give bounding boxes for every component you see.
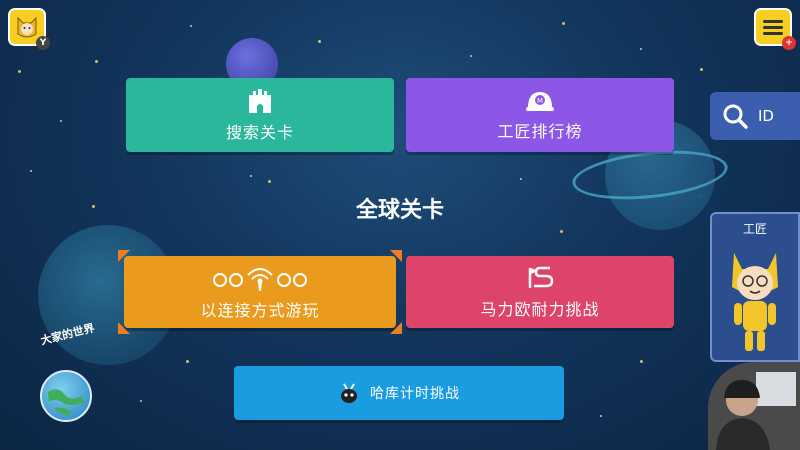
menu-button[interactable]: + [754,8,796,50]
cat-mii-character [732,253,778,351]
helmet-icon: M [526,92,554,111]
endless-challenge-button[interactable]: 马力欧耐力挑战 [406,256,674,328]
online-play-button[interactable]: 以连接方式游玩 [124,256,396,328]
streamer-silhouette [708,362,800,450]
endless-challenge-label: 马力欧耐力挑战 [480,300,600,319]
flag-path-icon [528,266,554,288]
online-play-label: 以连接方式游玩 [200,301,320,320]
cat-mii-avatar-icon [17,16,37,38]
menu-icon [763,17,783,38]
ninji-speedruns-label: 哈库计时挑战 [370,386,460,402]
section-title: 全球关卡 [355,198,444,223]
id-search-button[interactable]: ID [710,92,800,140]
maker-ranking-button[interactable]: M 工匠排行榜 [406,78,674,152]
world-globe-button[interactable] [40,370,92,422]
search-levels-button[interactable]: 搜索关卡 [126,78,394,152]
globe-icon [48,389,84,416]
maker-card-title: 工匠 [742,222,767,236]
maker-profile-card[interactable]: 工匠 [710,212,800,362]
y-button-badge: Y [36,36,50,50]
maker-ranking-label: 工匠排行榜 [497,122,583,141]
ninji-icon [341,383,357,403]
svg-text:M: M [537,97,543,105]
plus-button-badge: + [782,36,796,50]
webcam-overlay [708,362,800,450]
id-search-label: ID [758,107,774,125]
selection-corner-bottom-right [390,322,402,334]
wifi-players-icon [213,268,307,291]
ninji-speedruns-button[interactable]: 哈库计时挑战 [234,366,564,420]
profile-button[interactable]: Y [8,8,50,50]
selection-corner-top-left [118,250,130,262]
castle-icon [249,89,271,113]
search-icon [723,104,748,129]
search-levels-label: 搜索关卡 [225,123,294,142]
selection-corner-bottom-left [118,322,130,334]
selection-corner-top-right [390,250,402,262]
